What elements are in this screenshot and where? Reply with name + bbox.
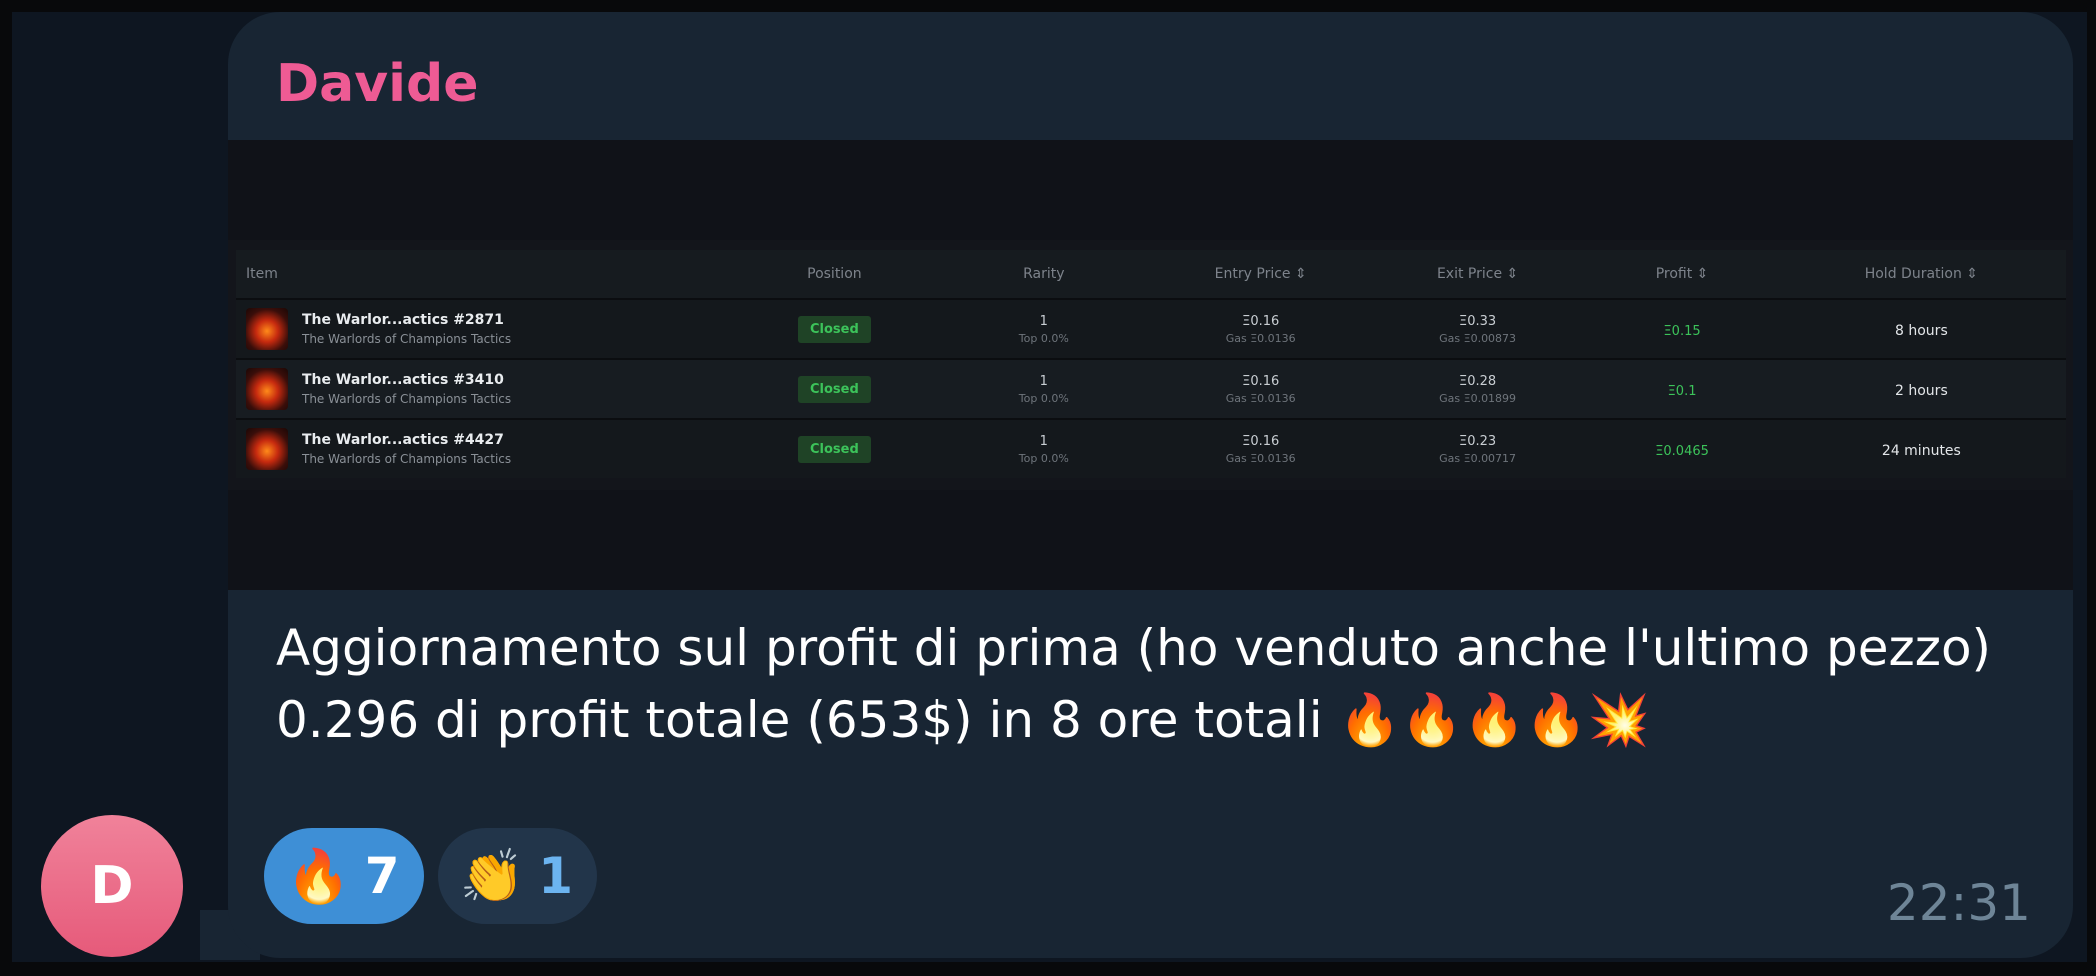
item-collection: The Warlords of Champions Tactics [302, 332, 512, 346]
exit-gas: Gas Ξ0.00717 [1439, 451, 1517, 465]
reaction-fire[interactable]: 🔥 7 [264, 828, 424, 924]
message-bubble: Davide Item Position Rarity Entry Price … [228, 12, 2073, 958]
entry-price: Ξ0.16 [1242, 313, 1280, 329]
table-row: The Warlor...actics #3410 The Warlords o… [236, 358, 2066, 418]
table-body: The Warlor...actics #2871 The Warlords o… [236, 298, 2066, 478]
profit-value: Ξ0.15 [1663, 323, 1701, 339]
reaction-count: 1 [538, 847, 574, 905]
header-entry-price: Entry Price ⇕ [1214, 266, 1307, 282]
item-cell: The Warlor...actics #3410 The Warlords o… [236, 368, 735, 410]
reaction-count: 7 [364, 847, 400, 905]
rarity-sub: Top 0.0% [1018, 451, 1069, 465]
nft-thumbnail [246, 428, 288, 470]
message-text[interactable]: Aggiornamento sul profit di prima (ho ve… [276, 612, 2036, 756]
header-hold-duration: Hold Duration ⇕ [1864, 266, 1979, 282]
screenshot-bottom-area [228, 490, 2073, 590]
nft-thumbnail [246, 308, 288, 350]
entry-gas: Gas Ξ0.0136 [1225, 331, 1296, 345]
header-profit: Profit ⇕ [1655, 266, 1709, 282]
rarity-value: 1 [1039, 373, 1048, 389]
attached-screenshot[interactable]: Item Position Rarity Entry Price ⇕ Exit … [228, 140, 2073, 590]
status-badge: Closed [797, 435, 871, 463]
rarity-sub: Top 0.0% [1018, 391, 1069, 405]
header-item: Item [246, 266, 278, 282]
message-timestamp: 22:31 [1886, 874, 2031, 932]
header-exit-price: Exit Price ⇕ [1436, 266, 1519, 282]
reactions-bar: 🔥 7 👏 1 [264, 828, 598, 924]
item-name: The Warlor...actics #4427 [302, 432, 504, 448]
status-badge: Closed [797, 375, 871, 403]
exit-price: Ξ0.23 [1459, 433, 1497, 449]
table-row: The Warlor...actics #2871 The Warlords o… [236, 298, 2066, 358]
item-collection: The Warlords of Champions Tactics [302, 392, 512, 406]
exit-price: Ξ0.28 [1459, 373, 1497, 389]
item-collection: The Warlords of Champions Tactics [302, 452, 512, 466]
trades-table: Item Position Rarity Entry Price ⇕ Exit … [236, 250, 2066, 478]
profit-value: Ξ0.0465 [1655, 443, 1709, 459]
clap-emoji-icon: 👏 [459, 846, 525, 907]
entry-price: Ξ0.16 [1242, 373, 1280, 389]
exit-price: Ξ0.33 [1459, 313, 1497, 329]
rarity-sub: Top 0.0% [1018, 331, 1069, 345]
profit-value: Ξ0.1 [1667, 383, 1697, 399]
header-position: Position [807, 266, 862, 282]
rarity-value: 1 [1039, 313, 1048, 329]
exit-gas: Gas Ξ0.01899 [1439, 391, 1517, 405]
entry-gas: Gas Ξ0.0136 [1225, 451, 1296, 465]
table-header: Item Position Rarity Entry Price ⇕ Exit … [236, 250, 2066, 298]
hold-duration: 8 hours [1895, 322, 1948, 339]
entry-price: Ξ0.16 [1242, 433, 1280, 449]
hold-duration: 24 minutes [1881, 442, 1961, 459]
item-name: The Warlor...actics #2871 [302, 312, 504, 328]
avatar[interactable]: D [41, 815, 183, 957]
item-cell: The Warlor...actics #2871 The Warlords o… [236, 308, 735, 350]
reaction-clap[interactable]: 👏 1 [437, 828, 598, 924]
entry-gas: Gas Ξ0.0136 [1225, 391, 1296, 405]
item-name: The Warlor...actics #3410 [302, 372, 504, 388]
item-cell: The Warlor...actics #4427 The Warlords o… [236, 428, 735, 470]
sender-name[interactable]: Davide [276, 54, 478, 114]
nft-thumbnail [246, 368, 288, 410]
fire-emoji-icon: 🔥 [286, 846, 351, 907]
exit-gas: Gas Ξ0.00873 [1439, 331, 1517, 345]
status-badge: Closed [797, 315, 871, 343]
table-row: The Warlor...actics #4427 The Warlords o… [236, 418, 2066, 478]
header-rarity: Rarity [1023, 266, 1065, 282]
rarity-value: 1 [1039, 433, 1048, 449]
hold-duration: 2 hours [1895, 382, 1948, 399]
screenshot-top-area [228, 140, 2073, 240]
